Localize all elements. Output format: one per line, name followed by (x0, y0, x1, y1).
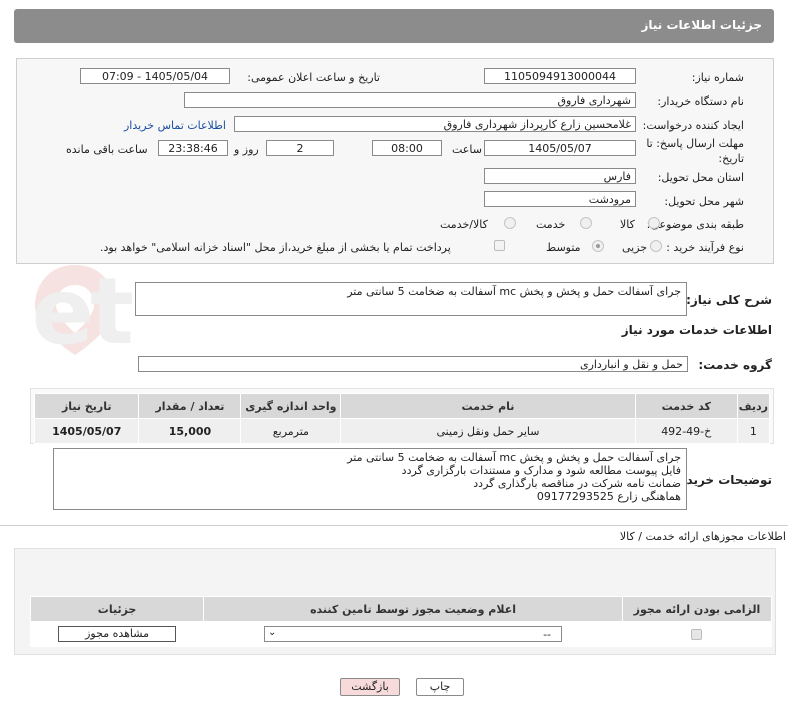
permits-table: الزامی بودن ارائه مجوز اعلام وضعیت مجوز … (29, 596, 773, 647)
category-option-service: خدمت (536, 218, 566, 231)
col-row: ردیف (736, 393, 771, 419)
process-option-minor: جزیی (622, 241, 648, 254)
announce-field: 1405/05/04 - 07:09 (80, 68, 230, 84)
cell-unit: مترمربع (240, 418, 342, 444)
required-checkbox (691, 629, 703, 640)
creator-field: غلامحسین زارع کارپرداز شهرداری فاروق (234, 116, 636, 132)
service-group-field: حمل و نقل و انبارداری (138, 356, 688, 372)
permits-section-title: اطلاعات مجوزهای ارائه خدمت / کالا (619, 530, 786, 543)
cell-status: -- ⌄ (203, 621, 623, 647)
cell-required (621, 621, 773, 647)
treasury-payment-checkbox[interactable] (494, 240, 505, 251)
process-option-medium: متوسط (546, 241, 581, 254)
services-section-title: اطلاعات خدمات مورد نیاز (621, 323, 772, 337)
contact-buyer-link[interactable]: اطلاعات تماس خریدار (124, 119, 226, 132)
svg-text:AriaTender.net: AriaTender.net (30, 258, 132, 365)
city-label: شهر محل تحویل: (664, 195, 744, 208)
permit-status-value: -- (543, 628, 552, 641)
col-status: اعلام وضعیت مجوز توسط تامین کننده (203, 596, 623, 622)
remaining-time-field: 23:38:46 (158, 140, 228, 156)
cell-date: 1405/05/07 (33, 418, 140, 444)
category-option-goods-service: کالا/خدمت (440, 218, 488, 231)
back-button[interactable]: بازگشت (340, 678, 400, 696)
services-table: ردیف کد خدمت نام خدمت واحد اندازه گیری ت… (33, 393, 771, 444)
col-unit: واحد اندازه گیری (240, 393, 342, 419)
category-radio-goods[interactable] (648, 217, 660, 229)
description-label: شرح کلی نیاز: (686, 293, 772, 307)
col-required: الزامی بودن ارائه مجوز (621, 596, 773, 622)
cell-name: سایر حمل ونقل زمینی (340, 418, 636, 444)
need-number-field: 1105094913000044 (484, 68, 636, 84)
province-label: استان محل تحویل: (657, 171, 744, 184)
col-details: جزئیات (29, 596, 205, 622)
announce-label: تاریخ و ساعت اعلان عمومی: (247, 71, 380, 84)
remaining-label: ساعت باقی مانده (66, 143, 148, 156)
col-code: کد خدمت (634, 393, 738, 419)
info-panel (16, 58, 774, 264)
description-textarea[interactable]: جرای آسفالت حمل و پخش و پخش mc آسفالت به… (135, 282, 687, 316)
city-field: مرودشت (484, 191, 636, 207)
page-title: جزئیات اطلاعات نیاز (641, 18, 762, 32)
permits-divider (0, 525, 788, 526)
print-button[interactable]: چاپ (416, 678, 464, 696)
deadline-date-field: 1405/05/07 (484, 140, 636, 156)
category-label: طبقه بندی موضوعی: (646, 218, 744, 231)
need-number-label: شماره نیاز: (691, 71, 744, 84)
table-row: -- ⌄ مشاهده مجوز (29, 621, 773, 647)
service-group-label: گروه خدمت: (698, 358, 772, 372)
cell-code: خ-49-492 (634, 418, 738, 444)
permits-header-row: الزامی بودن ارائه مجوز اعلام وضعیت مجوز … (29, 596, 773, 622)
deadline-time-label: ساعت (452, 143, 482, 156)
deadline-label-date: تاریخ: (718, 152, 744, 165)
province-field: فارس (484, 168, 636, 184)
process-label: نوع فرآیند خرید : (666, 241, 744, 254)
category-radio-goods-service[interactable] (504, 217, 516, 229)
view-permit-button[interactable]: مشاهده مجوز (58, 626, 177, 642)
process-radio-medium[interactable] (592, 240, 604, 252)
deadline-time-field: 08:00 (372, 140, 442, 156)
days-label: روز و (234, 143, 259, 156)
chevron-down-icon: ⌄ (268, 627, 277, 638)
buyer-notes-textarea[interactable]: جرای آسفالت حمل و پخش و پخش mc آسفالت به… (53, 448, 687, 510)
category-radio-service[interactable] (580, 217, 592, 229)
buyer-field: شهرداری فاروق (184, 92, 636, 108)
services-header-row: ردیف کد خدمت نام خدمت واحد اندازه گیری ت… (33, 393, 771, 419)
days-field: 2 (266, 140, 334, 156)
process-radio-minor[interactable] (650, 240, 662, 252)
col-name: نام خدمت (340, 393, 636, 419)
col-qty: تعداد / مقدار (138, 393, 242, 419)
category-option-goods: کالا (620, 218, 635, 231)
cell-row: 1 (736, 418, 771, 444)
buyer-label: نام دستگاه خریدار: (657, 95, 744, 108)
table-row: 1 خ-49-492 سایر حمل ونقل زمینی مترمربع 1… (33, 418, 771, 444)
cell-qty: 15,000 (138, 418, 242, 444)
page-header: جزئیات اطلاعات نیاز (14, 9, 774, 43)
creator-label: ایجاد کننده درخواست: (642, 119, 744, 132)
cell-details: مشاهده مجوز (29, 621, 205, 647)
col-date: تاریخ نیاز (33, 393, 140, 419)
deadline-label: مهلت ارسال پاسخ: تا (646, 137, 744, 150)
permit-status-select[interactable]: -- ⌄ (264, 626, 563, 642)
treasury-payment-note: پرداخت تمام یا بخشی از مبلغ خرید،از محل … (100, 241, 451, 254)
